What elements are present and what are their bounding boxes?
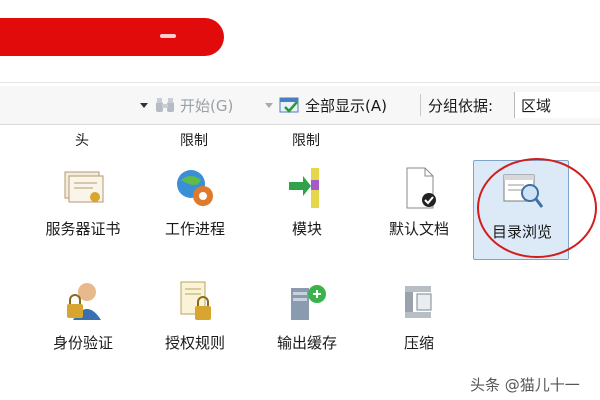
- feature-authentication[interactable]: 身份验证: [35, 272, 131, 372]
- feature-label: 默认文档: [388, 220, 449, 238]
- output-caching-icon: [291, 285, 326, 320]
- start-label: 开始(G): [180, 96, 234, 115]
- server-certificate-icon: [64, 171, 104, 203]
- section-label: 限制: [180, 133, 208, 149]
- toolbar-separator: [420, 94, 421, 116]
- feature-label: 服务器证书: [45, 220, 121, 238]
- authorization-rules-icon: [180, 281, 211, 320]
- feature-label: 模块: [291, 220, 322, 238]
- feature-label: 压缩: [403, 334, 434, 352]
- feature-authorization-rules[interactable]: 授权规则: [147, 272, 243, 372]
- title-area: [0, 0, 600, 83]
- group-by-value: 区域: [521, 96, 552, 115]
- feature-output-caching[interactable]: 输出缓存: [259, 272, 355, 372]
- directory-browsing-icon: [503, 174, 544, 208]
- section-label: 限制: [292, 133, 320, 149]
- worker-process-icon: [177, 170, 213, 206]
- authentication-icon: [67, 283, 101, 320]
- start-button[interactable]: 开始(G): [140, 86, 233, 124]
- group-by-select[interactable]: 区域: [514, 92, 600, 118]
- watermark: 头条 @猫儿十一: [470, 376, 580, 394]
- dropdown-arrow-icon[interactable]: [265, 102, 273, 108]
- redacted-title: [0, 18, 224, 56]
- feature-server-certificates[interactable]: 服务器证书: [35, 158, 131, 258]
- feature-modules[interactable]: 模块: [259, 158, 355, 258]
- feature-label: 工作进程: [164, 220, 225, 238]
- show-all-icon: [279, 97, 299, 113]
- default-document-icon: [406, 167, 436, 209]
- feature-directory-browsing[interactable]: 目录浏览: [473, 160, 569, 260]
- group-by-label: 分组依据:: [428, 96, 494, 115]
- feature-worker-processes[interactable]: 工作进程: [147, 158, 243, 258]
- feature-default-document[interactable]: 默认文档: [371, 158, 467, 258]
- feature-label: 目录浏览: [491, 223, 552, 241]
- show-all-button[interactable]: 全部显示(A): [265, 86, 387, 124]
- compression-icon: [405, 286, 432, 318]
- dropdown-arrow-icon[interactable]: [140, 102, 148, 108]
- show-all-label: 全部显示(A): [305, 96, 387, 115]
- section-label: 头: [75, 133, 89, 149]
- feature-label: 授权规则: [164, 334, 225, 352]
- feature-label: 身份验证: [52, 334, 113, 352]
- feature-compression[interactable]: 压缩: [371, 272, 467, 372]
- binoculars-icon: [156, 98, 174, 112]
- feature-label: 输出缓存: [276, 334, 337, 352]
- modules-icon: [289, 168, 319, 208]
- toolbar: 开始(G) 全部显示(A) 分组依据: 区域: [0, 86, 600, 125]
